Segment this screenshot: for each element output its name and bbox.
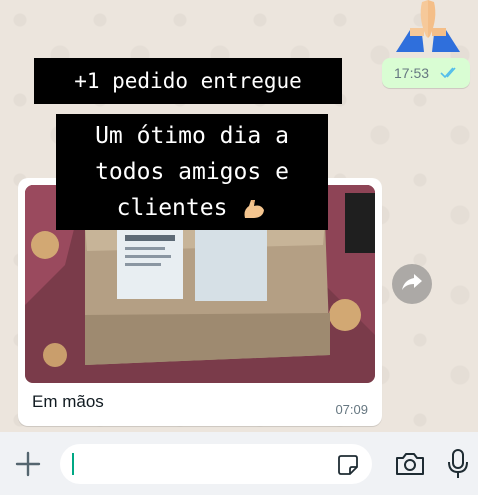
plus-icon[interactable] [14, 450, 42, 478]
forward-arrow-icon [401, 272, 423, 297]
text-caret [72, 453, 74, 475]
message-time: 17:53 [394, 65, 430, 81]
forward-button[interactable] [392, 264, 432, 304]
overlay-line: Um ótimo dia a [95, 123, 289, 149]
story-text-overlay-1: +1 pedido entregue [34, 58, 342, 104]
microphone-icon[interactable] [446, 448, 470, 480]
message-input[interactable] [60, 444, 372, 484]
message-composer [0, 432, 478, 495]
story-text-overlay-2: Um ótimo dia a todos amigos e clientes [56, 114, 328, 230]
camera-icon[interactable] [394, 451, 426, 477]
overlay-line: +1 pedido entregue [74, 69, 302, 93]
outgoing-message-bubble[interactable]: 17:53 [382, 58, 470, 88]
message-time: 07:09 [335, 402, 368, 417]
overlay-line: clientes [116, 195, 228, 221]
double-check-read-icon [440, 66, 460, 80]
folded-hands-icon [388, 0, 468, 52]
overlay-line: todos amigos e [95, 159, 289, 185]
flexed-biceps-icon [241, 196, 267, 222]
image-caption: Em mãos [32, 392, 104, 411]
sticker-icon[interactable] [336, 453, 360, 477]
